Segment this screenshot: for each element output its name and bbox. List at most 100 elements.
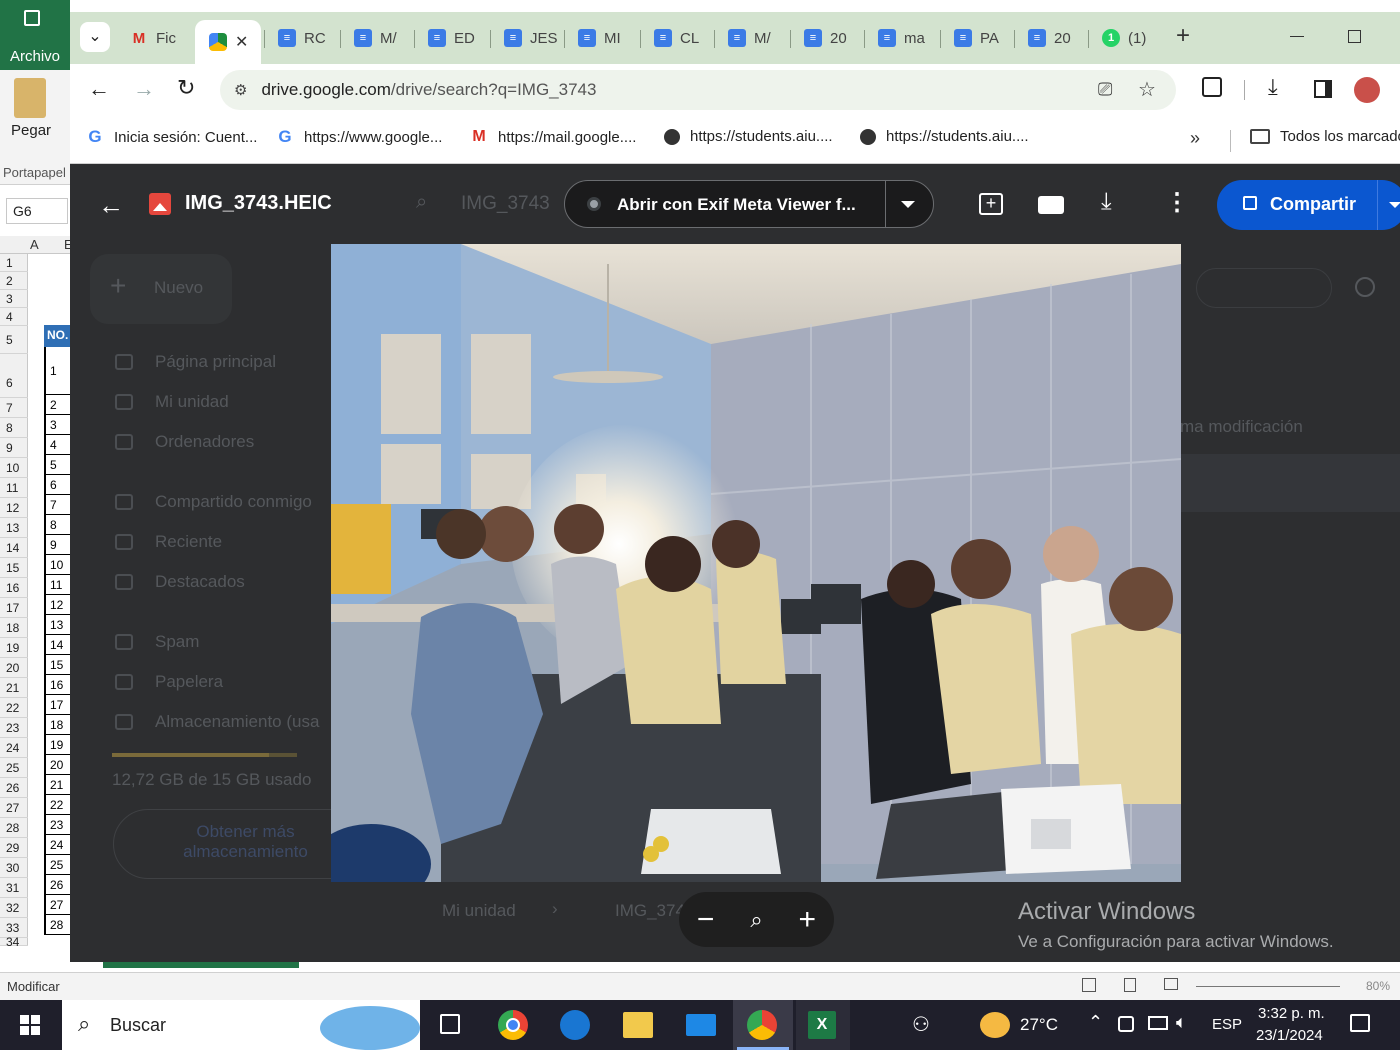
- row-header[interactable]: 6: [0, 354, 28, 398]
- open-with-button[interactable]: Abrir con Exif Meta Viewer f...: [564, 180, 934, 228]
- row-header[interactable]: 2: [0, 272, 28, 290]
- browser-tab[interactable]: ≡ M/: [718, 20, 782, 56]
- all-bookmarks-folder[interactable]: Todos los marcado: [1250, 128, 1400, 145]
- browser-tab[interactable]: ≡ JES: [494, 20, 558, 56]
- number-cell[interactable]: 9: [44, 535, 70, 555]
- close-viewer-button[interactable]: ←: [98, 190, 124, 221]
- page-break-icon[interactable]: [1164, 978, 1178, 990]
- browser-tab[interactable]: ≡ RC: [268, 20, 332, 56]
- excel-taskbar-button[interactable]: X: [796, 1000, 850, 1050]
- row-header[interactable]: 16: [0, 578, 28, 598]
- browser-tab[interactable]: ≡ ma: [868, 20, 932, 56]
- tray-chevron-icon[interactable]: ⌃: [1088, 1012, 1103, 1033]
- address-bar[interactable]: ⚙ drive.google.com /drive/search?q=IMG_3…: [220, 70, 1176, 110]
- row-header[interactable]: 28: [0, 818, 28, 838]
- bookmark-item[interactable]: Ghttps://www.google...: [276, 127, 442, 146]
- row-header[interactable]: 31: [0, 878, 28, 898]
- row-header[interactable]: 9: [0, 438, 28, 458]
- browser-tab[interactable]: ≡ MI: [568, 20, 632, 56]
- row-header[interactable]: 3: [0, 290, 28, 308]
- language-indicator[interactable]: ESP: [1212, 1016, 1242, 1033]
- row-header[interactable]: 5: [0, 326, 28, 354]
- number-cell[interactable]: 20: [44, 755, 70, 775]
- bookmarks-overflow-icon[interactable]: »: [1190, 128, 1200, 149]
- number-cell[interactable]: 7: [44, 495, 70, 515]
- bookmark-item[interactable]: https://students.aiu....: [860, 128, 1029, 145]
- browser-tab[interactable]: M Fic: [120, 20, 184, 56]
- bookmark-item[interactable]: Mhttps://mail.google....: [470, 128, 636, 146]
- number-cell[interactable]: 5: [44, 455, 70, 475]
- add-comment-icon[interactable]: +: [979, 193, 1003, 215]
- print-icon[interactable]: [1038, 196, 1064, 214]
- chrome-active-window[interactable]: [733, 1000, 793, 1050]
- network-icon[interactable]: [1148, 1016, 1168, 1030]
- number-cell[interactable]: 25: [44, 855, 70, 875]
- people-icon[interactable]: ⚇: [912, 1012, 930, 1037]
- normal-view-icon[interactable]: [1082, 978, 1096, 992]
- page-layout-icon[interactable]: [1124, 978, 1136, 992]
- browser-tab[interactable]: ≡ PA: [944, 20, 1008, 56]
- row-header[interactable]: 23: [0, 718, 28, 738]
- row-header[interactable]: 7: [0, 398, 28, 418]
- bookmark-item[interactable]: G Inicia sesión: Cuent...: [86, 127, 257, 146]
- row-header[interactable]: 34: [0, 936, 28, 948]
- file-explorer-icon[interactable]: [623, 1012, 653, 1038]
- row-header[interactable]: 18: [0, 618, 28, 638]
- row-header[interactable]: 10: [0, 458, 28, 478]
- side-panel-icon[interactable]: [1314, 80, 1332, 98]
- number-cell[interactable]: 19: [44, 735, 70, 755]
- edge-taskbar-icon[interactable]: [560, 1010, 590, 1040]
- number-cell[interactable]: 27: [44, 895, 70, 915]
- tray-app-icon[interactable]: [1118, 1016, 1134, 1032]
- row-header[interactable]: 25: [0, 758, 28, 778]
- open-with-dropdown-icon[interactable]: [901, 201, 915, 208]
- row-header[interactable]: 4: [0, 308, 28, 326]
- number-cell[interactable]: 13: [44, 615, 70, 635]
- row-header[interactable]: 1: [0, 254, 28, 272]
- row-header[interactable]: 14: [0, 538, 28, 558]
- bookmark-star-icon[interactable]: ☆: [1138, 77, 1156, 102]
- number-cell[interactable]: 1: [44, 347, 70, 395]
- paste-icon[interactable]: [14, 78, 46, 118]
- task-view-icon[interactable]: [440, 1014, 460, 1034]
- start-button[interactable]: [20, 1015, 40, 1035]
- number-cell[interactable]: 15: [44, 655, 70, 675]
- downloads-icon[interactable]: ⤓: [1268, 74, 1278, 100]
- row-header[interactable]: 30: [0, 858, 28, 878]
- browser-tab[interactable]: ≡ ED: [418, 20, 482, 56]
- row-header[interactable]: 32: [0, 898, 28, 918]
- row-header[interactable]: 11: [0, 478, 28, 498]
- taskbar-search-box[interactable]: ⌕ Buscar: [62, 1000, 420, 1050]
- row-header[interactable]: 12: [0, 498, 28, 518]
- number-cell[interactable]: 8: [44, 515, 70, 535]
- row-header[interactable]: 17: [0, 598, 28, 618]
- forward-button[interactable]: →: [133, 76, 155, 102]
- row-header[interactable]: 21: [0, 678, 28, 698]
- bookmark-item[interactable]: https://students.aiu....: [664, 128, 833, 145]
- row-header[interactable]: 26: [0, 778, 28, 798]
- number-cell[interactable]: 28: [44, 915, 70, 935]
- zoom-in-button[interactable]: +: [799, 903, 817, 937]
- number-cell[interactable]: 4: [44, 435, 70, 455]
- row-header[interactable]: 22: [0, 698, 28, 718]
- chrome-taskbar-icon[interactable]: [498, 1010, 528, 1040]
- browser-tab[interactable]: ≡ M/: [344, 20, 408, 56]
- save-icon[interactable]: [24, 10, 40, 26]
- number-cell[interactable]: 3: [44, 415, 70, 435]
- number-cell[interactable]: 24: [44, 835, 70, 855]
- row-header[interactable]: 24: [0, 738, 28, 758]
- mail-icon[interactable]: [686, 1014, 716, 1036]
- browser-tab[interactable]: ≡ CL: [644, 20, 708, 56]
- number-cell[interactable]: 16: [44, 675, 70, 695]
- name-box[interactable]: G6: [6, 198, 68, 224]
- zoom-out-button[interactable]: −: [697, 903, 715, 937]
- minimize-button[interactable]: [1290, 36, 1304, 37]
- clock-time[interactable]: 3:32 p. m.: [1258, 1005, 1325, 1022]
- volume-icon[interactable]: 🔈︎: [1176, 1012, 1187, 1033]
- browser-tab[interactable]: ≡ 20: [1018, 20, 1082, 56]
- close-tab-icon[interactable]: ✕: [235, 32, 248, 52]
- more-actions-icon[interactable]: ⋮: [1165, 188, 1189, 217]
- site-info-icon[interactable]: ⚙: [234, 81, 247, 99]
- number-cell[interactable]: 26: [44, 875, 70, 895]
- share-button[interactable]: Compartir: [1217, 180, 1400, 230]
